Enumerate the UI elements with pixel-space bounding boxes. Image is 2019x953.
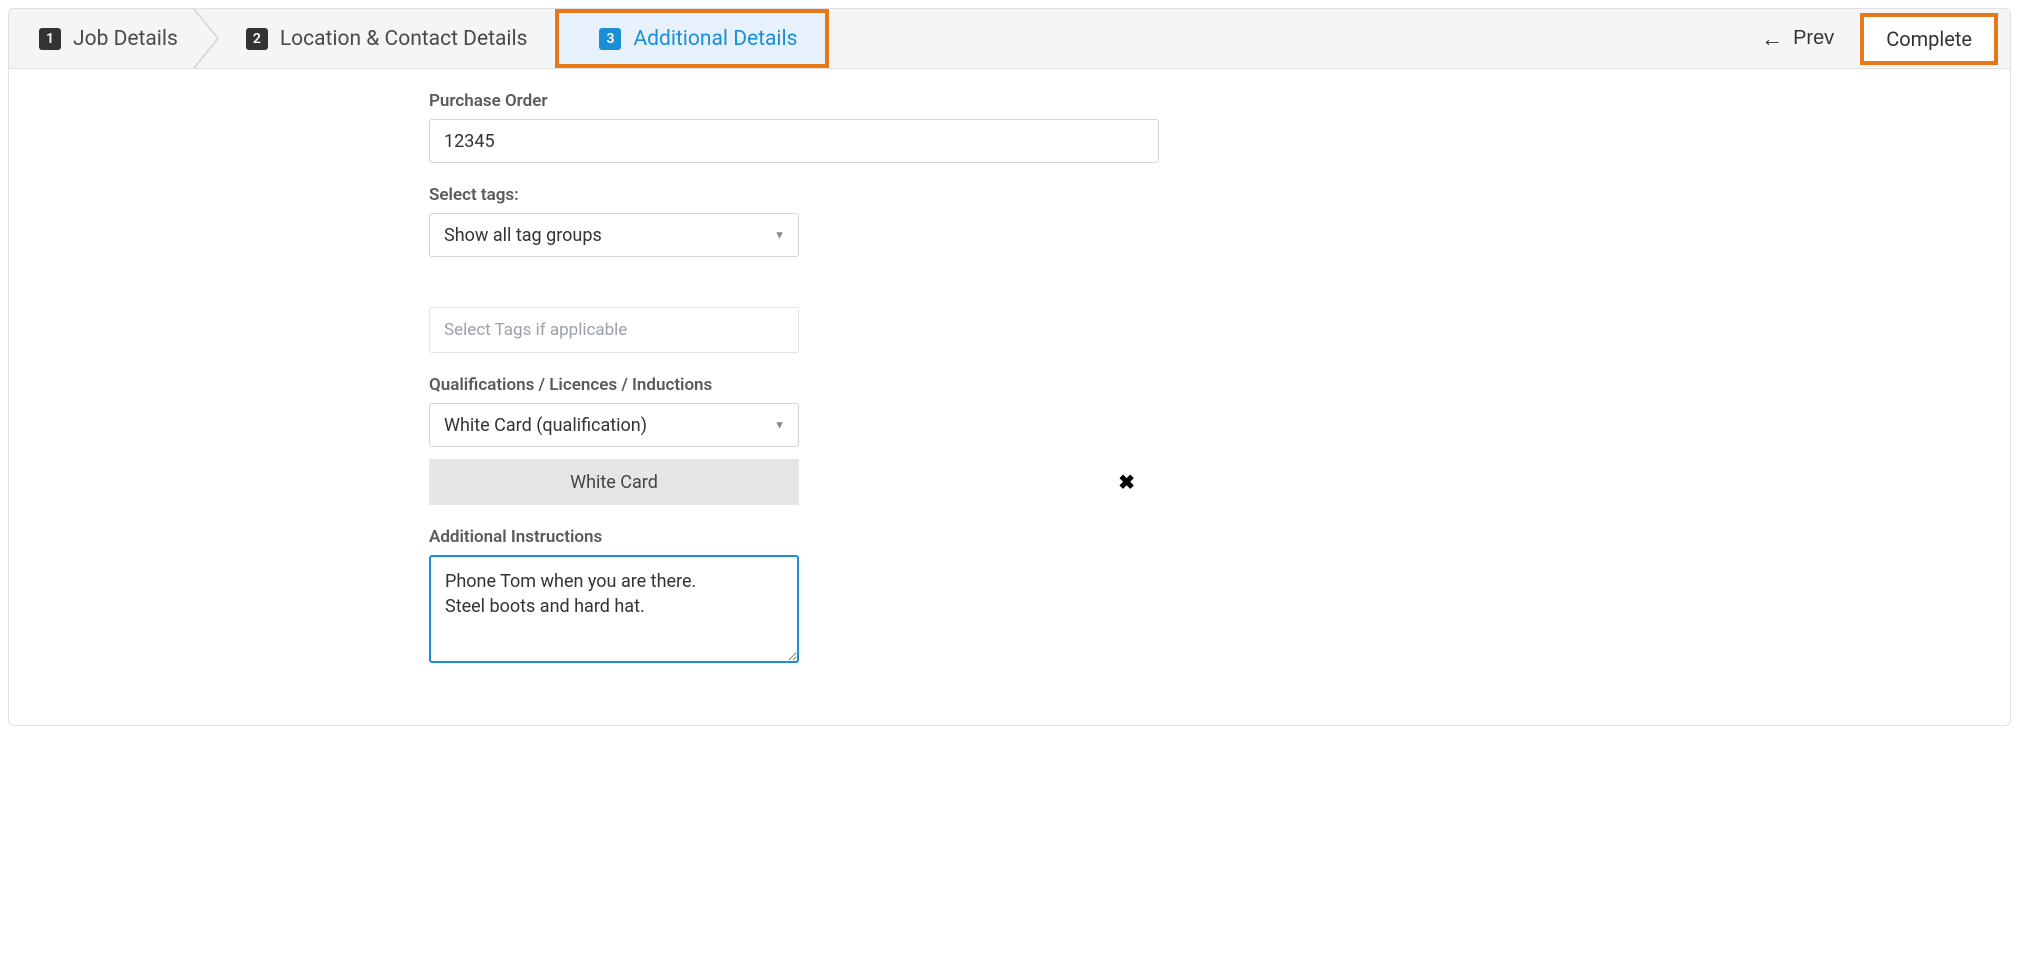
arrow-left-icon: ← — [1761, 28, 1783, 50]
additional-instructions-textarea[interactable] — [429, 555, 799, 663]
select-tags-group: Select tags: Show all tag groups ▼ — [429, 185, 1159, 257]
purchase-order-input[interactable] — [429, 119, 1159, 163]
step-location-contact-details[interactable]: 2 Location & Contact Details — [206, 9, 556, 68]
step-number-badge: 1 — [39, 28, 61, 50]
tags-multiselect[interactable] — [429, 307, 799, 353]
qualifications-group: Qualifications / Licences / Inductions W… — [429, 375, 1159, 505]
form-body: Purchase Order Select tags: Show all tag… — [9, 69, 2010, 725]
tag-groups-selected-value: Show all tag groups — [444, 225, 602, 246]
qualifications-selected-value: White Card (qualification) — [444, 415, 647, 436]
purchase-order-label: Purchase Order — [429, 91, 1159, 111]
purchase-order-group: Purchase Order — [429, 91, 1159, 163]
step-label: Additional Details — [633, 27, 797, 51]
remove-qualification-button[interactable]: ✖ — [1114, 470, 1139, 495]
qualification-chip-label: White Card — [570, 472, 658, 493]
step-label: Job Details — [73, 27, 178, 51]
tags-input-group — [429, 307, 1159, 353]
spacer — [829, 9, 1747, 68]
close-icon: ✖ — [1118, 472, 1135, 494]
qualifications-select[interactable]: White Card (qualification) — [429, 403, 799, 447]
tag-groups-select[interactable]: Show all tag groups — [429, 213, 799, 257]
additional-instructions-group: Additional Instructions — [429, 527, 1159, 667]
additional-instructions-label: Additional Instructions — [429, 527, 1159, 547]
step-number-badge: 3 — [599, 28, 621, 50]
wizard-stepper: 1 Job Details 2 Location & Contact Detai… — [9, 9, 2010, 69]
prev-button[interactable]: ← Prev — [1747, 21, 1848, 56]
tags-multiselect-input[interactable] — [444, 320, 784, 340]
step-additional-details[interactable]: 3 Additional Details — [555, 9, 829, 68]
qualification-chip-row: White Card ✖ — [429, 459, 1159, 505]
complete-button[interactable]: Complete — [1860, 13, 1998, 65]
complete-button-label: Complete — [1886, 27, 1972, 51]
step-job-details[interactable]: 1 Job Details — [9, 9, 206, 68]
stepper-actions: ← Prev Complete — [1747, 9, 2010, 68]
qualifications-label: Qualifications / Licences / Inductions — [429, 375, 1159, 395]
select-tags-label: Select tags: — [429, 185, 1159, 205]
prev-button-label: Prev — [1793, 27, 1834, 50]
step-label: Location & Contact Details — [280, 27, 528, 51]
step-number-badge: 2 — [246, 28, 268, 50]
qualification-chip: White Card — [429, 459, 799, 505]
